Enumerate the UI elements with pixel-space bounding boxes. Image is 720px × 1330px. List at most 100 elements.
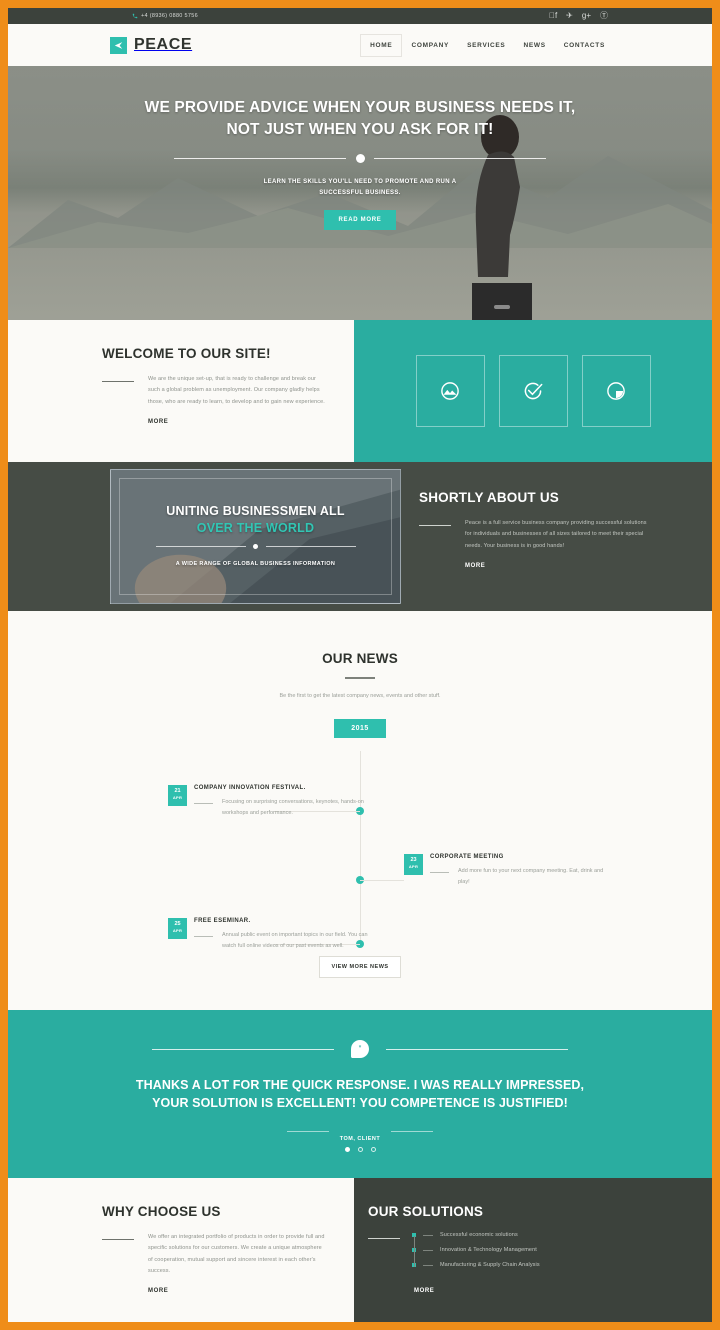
timeline-connector [360, 879, 404, 881]
hero-title-line2: NOT JUST WHEN YOU ASK FOR IT! [226, 121, 494, 139]
news-date-badge: 25 APR [168, 917, 187, 939]
social-links: f ✈ g+ Ⓣ [549, 12, 608, 20]
about-body: Peace is a full service business company… [465, 520, 647, 549]
why-choose-us-block: WHY CHOOSE US We offer an integrated por… [8, 1178, 354, 1322]
nav-item-home[interactable]: HOME [360, 33, 403, 57]
why-title: WHY CHOOSE US [102, 1204, 221, 1220]
solutions-item-label: Successful economic solutions [440, 1232, 518, 1239]
news-date-month: APR [172, 928, 183, 934]
pagination-dot-1[interactable] [344, 1147, 350, 1153]
promo-title-line2: OVER THE WORLD [196, 520, 315, 535]
bottom-section: WHY CHOOSE US We offer an integrated por… [8, 1178, 712, 1322]
main-nav: HOME COMPANY SERVICES NEWS CONTACTS [360, 33, 614, 57]
news-item-title: COMPANY INNOVATION FESTIVAL. [194, 784, 306, 791]
news-year-badge[interactable]: 2015 [334, 718, 386, 738]
testimonial-pagination [8, 1147, 712, 1153]
bullet-square-icon [412, 1248, 416, 1253]
news-date-badge: 21 APR [168, 784, 187, 806]
welcome-body: We are the unique set-up, that is ready … [148, 376, 325, 405]
why-more-link[interactable]: MORE [148, 1288, 168, 1294]
hero-read-more-button[interactable]: READ MORE [323, 210, 397, 231]
news-item-body: Annual public event on important topics … [222, 931, 368, 949]
testimonial-section: ” THANKS A LOT FOR THE QUICK RESPONSE. I… [8, 1009, 712, 1179]
news-item-title: CORPORATE MEETING [430, 853, 504, 860]
brand-name: PEACE [134, 36, 193, 53]
promo-section: UNITING BUSINESSMEN ALL OVER THE WORLD A… [8, 462, 712, 611]
facebook-icon[interactable]: f [549, 12, 557, 20]
news-date-month: APR [408, 864, 419, 870]
site-logo[interactable]: PEACE [110, 36, 192, 54]
hero-title: WE PROVIDE ADVICE WHEN YOUR BUSINESS NEE… [8, 97, 712, 142]
news-date-day: 23 [410, 856, 417, 863]
news-item-2[interactable]: 23 APR CORPORATE MEETING Add more fun to… [404, 853, 604, 888]
solutions-list-item[interactable]: Manufacturing & Supply Chain Analysis [412, 1262, 540, 1269]
nav-item-services[interactable]: SERVICES [458, 35, 514, 56]
site-viewport: +4 (8936) 0880 5756 f ✈ g+ Ⓣ PEACE HOME… [8, 8, 712, 1322]
news-date-badge: 23 APR [404, 853, 423, 875]
title-dash [102, 381, 134, 382]
pinterest-icon[interactable]: Ⓣ [600, 12, 608, 20]
promo-divider [155, 543, 356, 549]
hero-banner: WE PROVIDE ADVICE WHEN YOUR BUSINESS NEE… [8, 66, 712, 320]
bullet-square-icon [412, 1263, 416, 1268]
phone-icon [132, 13, 138, 19]
promo-title: UNITING BUSINESSMEN ALL OVER THE WORLD [166, 504, 344, 535]
feature-box-image[interactable] [415, 355, 485, 427]
news-subtitle: Be the first to get the latest company n… [279, 693, 441, 699]
hero-divider [174, 153, 546, 163]
welcome-section: WELCOME TO OUR SITE! We are the unique s… [8, 320, 712, 462]
bullet-square-icon [412, 1233, 416, 1238]
phone-number[interactable]: +4 (8936) 0880 5756 [132, 13, 198, 19]
pagination-dot-2[interactable] [357, 1147, 363, 1153]
hero-subtitle: LEARN THE SKILLS YOU'LL NEED TO PROMOTE … [263, 178, 457, 197]
about-block: SHORTLY ABOUT US Peace is a full service… [419, 490, 649, 572]
news-title: OUR NEWS [322, 651, 398, 666]
news-item-dash [430, 871, 449, 873]
testimonial-author-row: TOM, CLIENT [287, 1127, 433, 1142]
view-more-news-button[interactable]: VIEW MORE NEWS [319, 955, 401, 978]
why-body: We offer an integrated portfolio of prod… [148, 1234, 325, 1275]
feature-box-check[interactable] [498, 355, 568, 427]
news-item-1[interactable]: 21 APR COMPANY INNOVATION FESTIVAL. Focu… [168, 784, 368, 819]
testimonial-author: TOM, CLIENT [339, 1136, 381, 1143]
news-item-body: Focusing on surprising conversations, ke… [222, 798, 364, 816]
news-item-dash [194, 802, 213, 804]
title-dash [368, 1238, 400, 1240]
feature-box-chart[interactable] [581, 355, 651, 427]
solutions-more-link[interactable]: MORE [414, 1288, 434, 1294]
twitter-icon[interactable]: ✈ [566, 12, 573, 20]
promo-subtitle: A WIDE RANGE OF GLOBAL BUSINESS INFORMAT… [175, 560, 336, 567]
nav-item-news[interactable]: NEWS [514, 35, 554, 56]
pagination-dot-3[interactable] [370, 1147, 376, 1153]
nav-item-contacts[interactable]: CONTACTS [555, 35, 614, 56]
promo-card[interactable]: UNITING BUSINESSMEN ALL OVER THE WORLD A… [110, 469, 401, 604]
promo-title-line1: UNITING BUSINESSMEN ALL [166, 503, 345, 518]
news-item-3[interactable]: 25 APR FREE ESEMINAR. Annual public even… [168, 917, 368, 952]
nav-item-company[interactable]: COMPANY [402, 35, 458, 56]
welcome-more-link[interactable]: MORE [148, 419, 168, 425]
news-item-title: FREE ESEMINAR. [194, 917, 251, 924]
solutions-item-label: Manufacturing & Supply Chain Analysis [440, 1262, 540, 1269]
testimonial-quote: THANKS A LOT FOR THE QUICK RESPONSE. I W… [8, 1076, 712, 1114]
about-more-link[interactable]: MORE [465, 563, 485, 569]
solutions-item-label: Innovation & Technology Management [440, 1247, 537, 1254]
page-root: +4 (8936) 0880 5756 f ✈ g+ Ⓣ PEACE HOME… [0, 0, 720, 1330]
news-title-dash [345, 677, 375, 679]
news-timeline: 21 APR COMPANY INNOVATION FESTIVAL. Focu… [8, 750, 712, 949]
news-item-dash [194, 935, 213, 937]
news-item-body: Add more fun to your next company meetin… [458, 867, 604, 885]
pie-chart-circle-icon [607, 382, 625, 400]
google-plus-icon[interactable]: g+ [582, 12, 591, 20]
promo-inner-frame: UNITING BUSINESSMEN ALL OVER THE WORLD A… [119, 478, 392, 595]
welcome-title: WELCOME TO OUR SITE! [102, 346, 271, 361]
phone-number-text: +4 (8936) 0880 5756 [141, 13, 198, 19]
solutions-list-item[interactable]: Innovation & Technology Management [412, 1247, 540, 1254]
solutions-list: Successful economic solutions Innovation… [412, 1232, 540, 1277]
news-date-month: APR [172, 795, 183, 801]
paper-plane-icon [110, 36, 127, 54]
testimonial-divider: ” [152, 1039, 568, 1058]
solutions-title: OUR SOLUTIONS [368, 1204, 484, 1220]
title-dash [419, 525, 451, 526]
news-section: OUR NEWS Be the first to get the latest … [8, 611, 712, 1010]
solutions-list-item[interactable]: Successful economic solutions [412, 1232, 540, 1239]
